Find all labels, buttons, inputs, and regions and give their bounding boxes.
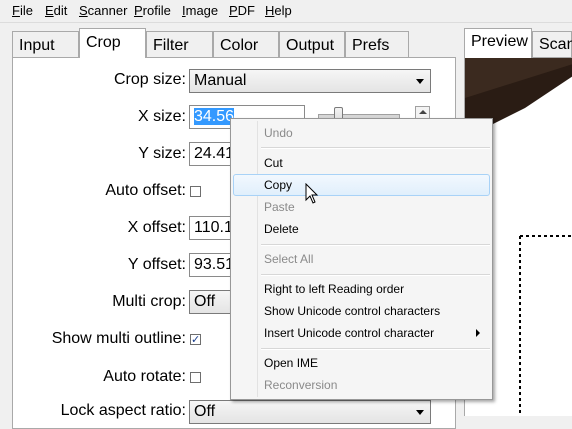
menu-image[interactable]: Image — [182, 3, 218, 18]
tab-color[interactable]: Color — [213, 31, 279, 57]
tab-filter[interactable]: Filter — [146, 31, 213, 57]
show-multi-outline-checkbox[interactable]: ✓ — [190, 334, 201, 346]
show-multi-outline-label: Show multi outline: — [51, 330, 186, 347]
tab-scan[interactable]: Scan — [532, 31, 572, 57]
ctx-reconversion[interactable]: Reconversion — [233, 374, 490, 396]
ctx-paste[interactable]: Paste — [233, 196, 490, 218]
crop-size-select[interactable]: Manual — [189, 69, 431, 93]
submenu-arrow-icon — [476, 329, 480, 337]
ctx-insert-unicode[interactable]: Insert Unicode control character — [233, 322, 490, 344]
tab-preview[interactable]: Preview — [464, 28, 532, 58]
tab-crop[interactable]: Crop — [79, 28, 146, 58]
crop-size-label: Crop size: — [113, 71, 186, 88]
tab-input[interactable]: Input — [12, 31, 79, 57]
auto-offset-checkbox[interactable] — [190, 186, 201, 197]
mouse-pointer-icon — [305, 183, 319, 204]
lock-aspect-select[interactable]: Off — [189, 400, 431, 424]
menu-edit[interactable]: Edit — [45, 3, 67, 18]
ctx-separator — [261, 274, 490, 276]
ctx-show-unicode[interactable]: Show Unicode control characters — [233, 300, 490, 322]
menu-pdf[interactable]: PDF — [229, 3, 255, 18]
checkmark-icon: ✓ — [191, 334, 201, 346]
ctx-cut[interactable]: Cut — [233, 152, 490, 174]
multi-crop-label: Multi crop: — [112, 293, 186, 310]
chevron-down-icon — [416, 79, 424, 84]
ctx-insert-unicode-label: Insert Unicode control character — [264, 326, 435, 340]
ctx-separator — [261, 348, 490, 350]
ctx-open-ime[interactable]: Open IME — [233, 352, 490, 374]
menu-bar: File Edit Scanner Profile Image PDF Help — [0, 0, 572, 23]
context-menu: Undo Cut Copy Paste Delete Select All Ri… — [230, 118, 493, 400]
menu-scanner[interactable]: Scanner — [79, 3, 127, 18]
menu-profile[interactable]: Profile — [134, 3, 171, 18]
x-size-label: X size: — [137, 108, 186, 125]
y-offset-label: Y offset: — [127, 256, 186, 273]
x-offset-label: X offset: — [127, 219, 186, 236]
ctx-delete[interactable]: Delete — [233, 218, 490, 240]
chevron-down-icon — [416, 410, 424, 415]
ctx-separator — [261, 147, 490, 149]
tab-output[interactable]: Output — [279, 31, 345, 57]
ctx-undo[interactable]: Undo — [233, 122, 490, 144]
auto-offset-label: Auto offset: — [105, 182, 186, 199]
tab-prefs[interactable]: Prefs — [345, 31, 409, 57]
ctx-copy[interactable]: Copy — [233, 174, 490, 196]
ctx-separator — [261, 244, 490, 246]
arrow-up-icon — [419, 110, 427, 114]
auto-rotate-checkbox[interactable] — [190, 372, 201, 383]
ctx-select-all[interactable]: Select All — [233, 248, 490, 270]
lock-aspect-label: Lock aspect ratio: — [60, 402, 186, 419]
y-size-label: Y size: — [138, 145, 186, 162]
menu-file[interactable]: File — [12, 3, 33, 18]
auto-rotate-label: Auto rotate: — [103, 368, 186, 385]
menu-help[interactable]: Help — [265, 3, 292, 18]
ctx-rtl-reading-order[interactable]: Right to left Reading order — [233, 278, 490, 300]
